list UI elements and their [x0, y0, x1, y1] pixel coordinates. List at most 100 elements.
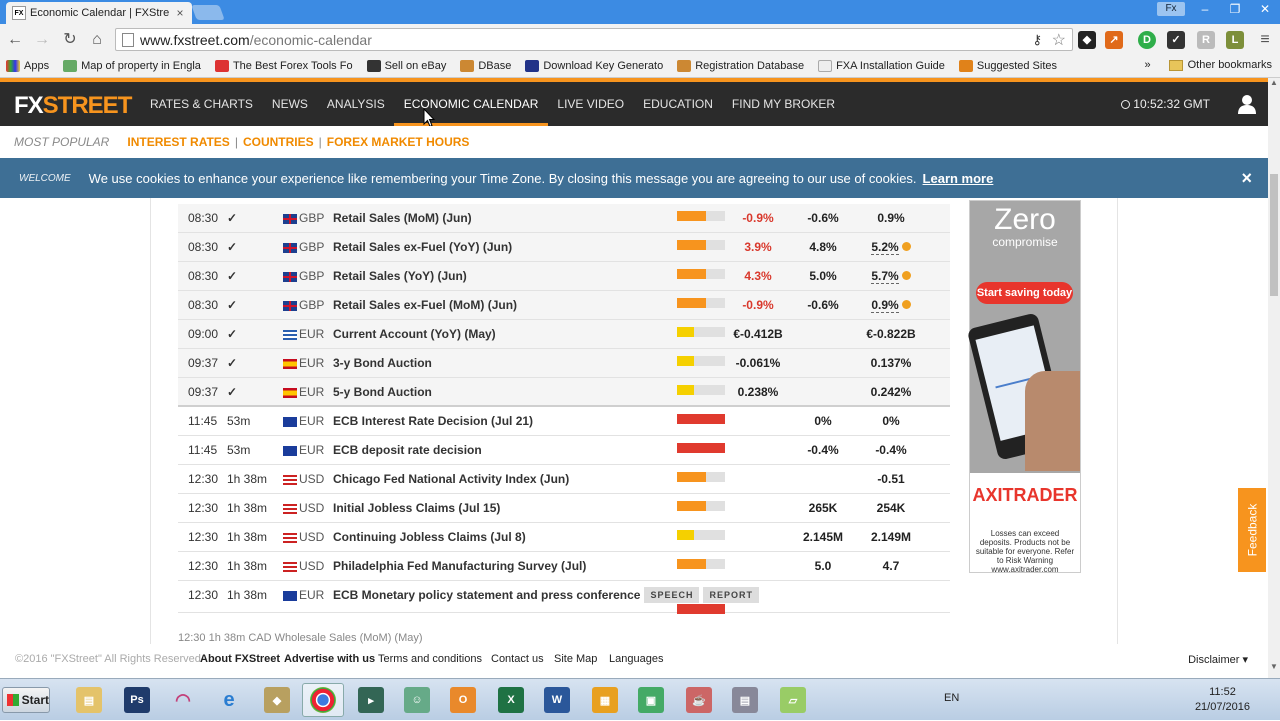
- java-icon[interactable]: ☕: [678, 683, 720, 717]
- revised-info-icon[interactable]: [901, 242, 911, 251]
- table-row[interactable]: 12:30 1h 38m USD Chicago Fed National Activ…: [178, 465, 950, 494]
- event-name[interactable]: ECB Interest Rate Decision (Jul 21): [333, 407, 533, 436]
- table-row[interactable]: 11:45 53m EUR ECB Interest Rate Decision (J…: [178, 407, 950, 436]
- nav-find-my-broker[interactable]: FIND MY BROKER: [732, 82, 835, 126]
- event-name[interactable]: Philadelphia Fed Manufacturing Survey (J…: [333, 552, 586, 581]
- footer-link-advertise[interactable]: Advertise with us: [284, 653, 375, 665]
- bookmark-star-icon[interactable]: ☆: [1052, 30, 1066, 50]
- disclaimer-dropdown[interactable]: Disclaimer ▾: [1188, 653, 1248, 666]
- event-name[interactable]: Current Account (YoY) (May): [333, 320, 496, 349]
- home-icon[interactable]: ⌂: [86, 30, 108, 50]
- photoshop-icon[interactable]: Ps: [116, 683, 158, 717]
- event-name[interactable]: Continuing Jobless Claims (Jul 8): [333, 523, 526, 552]
- learn-more-link[interactable]: Learn more: [923, 171, 994, 186]
- table-row[interactable]: 11:45 53m EUR ECB deposit rate decision -0.4…: [178, 436, 950, 465]
- event-title[interactable]: Retail Sales (MoM) (Jun): [333, 211, 472, 225]
- excel-icon[interactable]: X: [490, 683, 532, 717]
- bookmark-item[interactable]: The Best Forex Tools Fo: [214, 60, 353, 72]
- tab-close-icon[interactable]: ×: [174, 6, 186, 20]
- notes-icon[interactable]: ▱: [772, 683, 814, 717]
- table-row[interactable]: 12:30 1h 38m USD Continuing Jobless Claims …: [178, 523, 950, 552]
- app-icon[interactable]: ◆: [256, 683, 298, 717]
- bookmarks-overflow-icon[interactable]: »: [1145, 59, 1151, 71]
- event-name[interactable]: Retail Sales (YoY) (Jun): [333, 262, 467, 291]
- ghostery-extension-icon[interactable]: ◆: [1078, 31, 1096, 49]
- event-title[interactable]: Philadelphia Fed Manufacturing Survey (J…: [333, 559, 586, 573]
- event-title[interactable]: ECB Monetary policy statement and press …: [333, 588, 640, 602]
- event-title[interactable]: Current Account (YoY) (May): [333, 327, 496, 341]
- link-countries[interactable]: COUNTRIES: [243, 135, 314, 149]
- event-title[interactable]: 5-y Bond Auction: [333, 385, 432, 399]
- bookmark-item[interactable]: Map of property in Engla: [63, 60, 201, 72]
- footer-link-sitemap[interactable]: Site Map: [554, 653, 597, 665]
- back-arrow-icon[interactable]: ←: [4, 30, 26, 50]
- event-name[interactable]: 5-y Bond Auction: [333, 378, 432, 407]
- advertisement[interactable]: Zero compromise Start saving today AXITR…: [966, 200, 1081, 574]
- reload-icon[interactable]: ↻: [59, 30, 81, 50]
- scroll-down-icon[interactable]: ▼: [1268, 662, 1280, 674]
- close-icon[interactable]: ×: [1241, 168, 1252, 189]
- event-name[interactable]: Retail Sales (MoM) (Jun): [333, 204, 472, 233]
- table-row[interactable]: 08:30 ✓ GBP Retail Sales ex-Fuel (MoM) (Jun…: [178, 291, 950, 320]
- browser-tab[interactable]: FX Economic Calendar | FXStre ×: [6, 2, 192, 24]
- event-name[interactable]: ECB deposit rate decision: [333, 436, 482, 465]
- scroll-up-icon[interactable]: ▲: [1268, 78, 1280, 90]
- explorer-icon[interactable]: ▤: [68, 683, 110, 717]
- table-row[interactable]: 12:30 1h 38m USD Philadelphia Fed Manufactu…: [178, 552, 950, 581]
- event-title[interactable]: Initial Jobless Claims (Jul 15): [333, 501, 500, 515]
- event-name[interactable]: 3-y Bond Auction: [333, 349, 432, 378]
- table-row[interactable]: 08:30 ✓ GBP Retail Sales (MoM) (Jun) -0.9% -0…: [178, 204, 950, 233]
- event-title[interactable]: Retail Sales ex-Fuel (YoY) (Jun): [333, 240, 512, 254]
- event-name[interactable]: Retail Sales ex-Fuel (MoM) (Jun): [333, 291, 517, 320]
- user-icon[interactable]: [1238, 94, 1256, 114]
- nav-analysis[interactable]: ANALYSIS: [327, 82, 385, 126]
- table-row[interactable]: 08:30 ✓ GBP Retail Sales ex-Fuel (YoY) (Jun…: [178, 233, 950, 262]
- nav-rates-charts[interactable]: RATES & CHARTS: [150, 82, 253, 126]
- event-title[interactable]: Continuing Jobless Claims (Jul 8): [333, 530, 526, 544]
- link-forex-market-hours[interactable]: FOREX MARKET HOURS: [327, 135, 470, 149]
- event-name[interactable]: Initial Jobless Claims (Jul 15): [333, 494, 500, 523]
- bookmark-item[interactable]: DBase: [460, 60, 511, 72]
- event-title[interactable]: ECB Interest Rate Decision (Jul 21): [333, 414, 533, 428]
- checklist-extension-icon[interactable]: ✓: [1167, 31, 1185, 49]
- speech-button[interactable]: SPEECH: [644, 587, 700, 603]
- feedback-tab[interactable]: Feedback: [1238, 488, 1266, 572]
- window-close-icon[interactable]: ✕: [1250, 0, 1280, 18]
- app-icon[interactable]: ▣: [630, 683, 672, 717]
- event-title[interactable]: Chicago Fed National Activity Index (Jun…: [333, 472, 569, 486]
- bookmark-item[interactable]: Registration Database: [677, 60, 804, 72]
- profile-badge[interactable]: Fx: [1157, 2, 1185, 16]
- chart-extension-icon[interactable]: ↗: [1105, 31, 1123, 49]
- calculator-icon[interactable]: ▤: [724, 683, 766, 717]
- link-interest-rates[interactable]: INTEREST RATES: [127, 135, 229, 149]
- footer-link-languages[interactable]: Languages: [609, 653, 663, 665]
- table-row[interactable]: 09:37 ✓ EUR 3-y Bond Auction -0.061% 0.137%: [178, 349, 950, 378]
- key-icon[interactable]: ⚷: [1032, 32, 1042, 48]
- revised-info-icon[interactable]: [901, 271, 911, 280]
- event-title[interactable]: Retail Sales (YoY) (Jun): [333, 269, 467, 283]
- r-extension-icon[interactable]: R: [1197, 31, 1215, 49]
- event-title[interactable]: ECB deposit rate decision: [333, 443, 482, 457]
- footer-link-about[interactable]: About FXStreet: [200, 653, 280, 665]
- nav-news[interactable]: NEWS: [272, 82, 308, 126]
- dollar-extension-icon[interactable]: D: [1138, 31, 1156, 49]
- event-name[interactable]: Retail Sales ex-Fuel (YoY) (Jun): [333, 233, 512, 262]
- bookmark-item[interactable]: Sell on eBay: [366, 60, 446, 72]
- nav-live-video[interactable]: LIVE VIDEO: [557, 82, 624, 126]
- bookmark-item[interactable]: Suggested Sites: [958, 60, 1057, 72]
- table-row[interactable]: 09:37 ✓ EUR 5-y Bond Auction 0.238% 0.242%: [178, 378, 950, 407]
- menu-icon[interactable]: ≡: [1256, 31, 1274, 49]
- terminal-icon[interactable]: ▸: [350, 683, 392, 717]
- forward-arrow-icon[interactable]: →: [31, 30, 53, 50]
- event-title[interactable]: 3-y Bond Auction: [333, 356, 432, 370]
- address-bar[interactable]: www.fxstreet.com/economic-calendar ⚷ ☆: [115, 28, 1073, 51]
- start-button[interactable]: Start: [2, 687, 50, 713]
- bookmark-item[interactable]: Download Key Generato: [525, 60, 663, 72]
- table-row[interactable]: 08:30 ✓ GBP Retail Sales (YoY) (Jun) 4.3% 5.0…: [178, 262, 950, 291]
- event-title[interactable]: Retail Sales ex-Fuel (MoM) (Jun): [333, 298, 517, 312]
- system-clock[interactable]: 11:52 21/07/2016: [1195, 685, 1250, 715]
- table-row[interactable]: 12:30 1h 38m EUR ECB Monetary policy statem…: [178, 581, 950, 614]
- scroll-thumb[interactable]: [1270, 174, 1278, 296]
- event-name[interactable]: Chicago Fed National Activity Index (Jun…: [333, 465, 569, 494]
- table-row[interactable]: 09:00 ✓ EUR Current Account (YoY) (May) €-0.…: [178, 320, 950, 349]
